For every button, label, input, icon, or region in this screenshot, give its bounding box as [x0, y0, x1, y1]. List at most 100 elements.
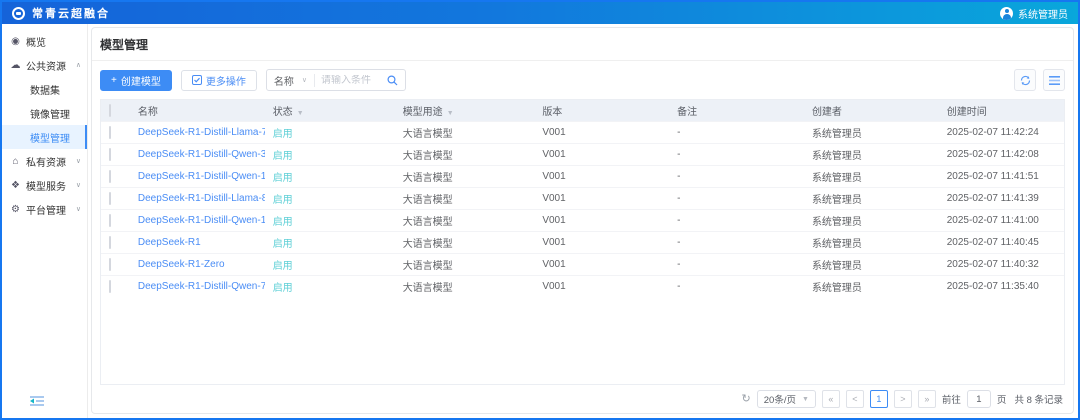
column-settings-button[interactable] — [1043, 69, 1065, 91]
remark-cell: - — [669, 253, 804, 275]
created-time-cell: 2025-02-07 11:42:24 — [939, 121, 1064, 143]
sidebar-item-platform-mgmt[interactable]: ⚙ 平台管理 ∨ — [2, 197, 87, 221]
created-time-cell: 2025-02-07 11:40:32 — [939, 253, 1064, 275]
sidebar-item-private-resources[interactable]: ⌂ 私有资源 ∨ — [2, 149, 87, 173]
version-cell: V001 — [534, 187, 669, 209]
row-checkbox[interactable] — [109, 126, 111, 139]
sidebar-item-label: 数据集 — [30, 82, 60, 97]
remark-cell: - — [669, 275, 804, 297]
remark-cell: - — [669, 209, 804, 231]
overview-icon: ◉ — [10, 36, 21, 47]
last-page-button[interactable]: » — [918, 390, 936, 408]
search-field-select[interactable]: 名称 ∨ — [267, 73, 314, 88]
creator-cell: 系统管理员 — [804, 231, 939, 253]
status-badge: 启用 — [265, 253, 395, 275]
status-badge: 启用 — [265, 209, 395, 231]
model-name-link[interactable]: DeepSeek-R1-Distill-Qwen-1.5B — [130, 209, 265, 231]
created-time-cell: 2025-02-07 11:41:39 — [939, 187, 1064, 209]
status-badge: 启用 — [265, 165, 395, 187]
version-cell: V001 — [534, 143, 669, 165]
next-page-button[interactable]: > — [894, 390, 912, 408]
select-all-checkbox[interactable] — [109, 104, 111, 117]
sidebar-item-image-mgmt[interactable]: 镜像管理 — [2, 101, 87, 125]
model-name-link[interactable]: DeepSeek-R1-Zero — [130, 253, 265, 275]
user-menu[interactable]: 系统管理员 — [1000, 6, 1068, 21]
plus-icon: + — [111, 75, 117, 86]
chevron-down-icon: ∨ — [302, 76, 307, 84]
filter-icon[interactable]: ▼ — [447, 110, 454, 117]
creator-cell: 系统管理员 — [804, 253, 939, 275]
refresh-icon — [1020, 75, 1031, 86]
current-page-button[interactable]: 1 — [870, 390, 888, 408]
sidebar-item-public-resources[interactable]: ☁ 公共资源 ∧ — [2, 53, 87, 77]
model-name-link[interactable]: DeepSeek-R1-Distill-Llama-70B — [130, 121, 265, 143]
status-badge: 启用 — [265, 187, 395, 209]
pagination-refresh-icon[interactable]: ↻ — [742, 394, 751, 405]
content-card: 模型管理 + 创建模型 更多操作 — [91, 27, 1074, 414]
sidebar-item-model-mgmt[interactable]: 模型管理 — [2, 125, 87, 149]
model-name-link[interactable]: DeepSeek-R1 — [130, 231, 265, 253]
more-actions-button[interactable]: 更多操作 — [181, 70, 257, 91]
usage-cell: 大语言模型 — [395, 143, 535, 165]
row-checkbox[interactable] — [109, 192, 111, 205]
row-checkbox[interactable] — [109, 170, 111, 183]
sidebar-item-dataset[interactable]: 数据集 — [2, 77, 87, 101]
version-cell: V001 — [534, 165, 669, 187]
model-name-link[interactable]: DeepSeek-R1-Distill-Qwen-7B — [130, 275, 265, 297]
sidebar-item-label: 概览 — [26, 34, 46, 49]
sidebar-item-model-service[interactable]: ❖ 模型服务 ∨ — [2, 173, 87, 197]
sidebar-item-overview[interactable]: ◉ 概览 — [2, 29, 87, 53]
username-label: 系统管理员 — [1018, 6, 1068, 21]
search-input[interactable] — [315, 75, 385, 86]
sidebar-item-label: 镜像管理 — [30, 106, 70, 121]
status-badge: 启用 — [265, 121, 395, 143]
model-name-link[interactable]: DeepSeek-R1-Distill-Llama-8B — [130, 187, 265, 209]
model-name-link[interactable]: DeepSeek-R1-Distill-Qwen-32B — [130, 143, 265, 165]
usage-cell: 大语言模型 — [395, 121, 535, 143]
chevron-down-icon: ∨ — [76, 205, 81, 213]
collapse-sidebar-icon[interactable] — [30, 394, 44, 412]
search-icon[interactable] — [385, 75, 405, 86]
status-badge: 启用 — [265, 275, 395, 297]
sidebar-item-label: 模型管理 — [30, 130, 70, 145]
table-row: DeepSeek-R1-Distill-Qwen-1.5B 启用 大语言模型 V… — [101, 209, 1064, 231]
model-name-link[interactable]: DeepSeek-R1-Distill-Qwen-14B — [130, 165, 265, 187]
refresh-button[interactable] — [1014, 69, 1036, 91]
row-checkbox[interactable] — [109, 148, 111, 161]
brand-title: 常青云超融合 — [32, 5, 110, 21]
column-header-created: 创建时间 — [939, 100, 1064, 121]
row-checkbox[interactable] — [109, 214, 111, 227]
version-cell: V001 — [534, 275, 669, 297]
usage-cell: 大语言模型 — [395, 253, 535, 275]
created-time-cell: 2025-02-07 11:40:45 — [939, 231, 1064, 253]
chevron-down-icon: ∨ — [76, 181, 81, 189]
chevron-down-icon: ∨ — [76, 157, 81, 165]
usage-cell: 大语言模型 — [395, 275, 535, 297]
row-checkbox[interactable] — [109, 236, 111, 249]
toolbar: + 创建模型 更多操作 名称 ∨ — [100, 69, 1065, 91]
table-row: DeepSeek-R1-Distill-Qwen-14B 启用 大语言模型 V0… — [101, 165, 1064, 187]
goto-page-input[interactable] — [967, 390, 991, 408]
remark-cell: - — [669, 143, 804, 165]
sidebar-item-label: 公共资源 — [26, 58, 66, 73]
row-checkbox[interactable] — [109, 258, 111, 271]
table-header-row: 名称 状态▼ 模型用途▼ 版本 备注 创建者 创建时间 — [101, 100, 1064, 121]
table-row: DeepSeek-R1-Distill-Llama-70B 启用 大语言模型 V… — [101, 121, 1064, 143]
created-time-cell: 2025-02-07 11:41:51 — [939, 165, 1064, 187]
creator-cell: 系统管理员 — [804, 143, 939, 165]
create-model-button[interactable]: + 创建模型 — [100, 70, 172, 91]
first-page-button[interactable]: « — [822, 390, 840, 408]
table-row: DeepSeek-R1-Distill-Qwen-7B 启用 大语言模型 V00… — [101, 275, 1064, 297]
status-badge: 启用 — [265, 143, 395, 165]
remark-cell: - — [669, 231, 804, 253]
column-header-status: 状态▼ — [265, 100, 395, 121]
created-time-cell: 2025-02-07 11:35:40 — [939, 275, 1064, 297]
page-size-select[interactable]: 20条/页 ▼ — [757, 390, 816, 408]
row-checkbox[interactable] — [109, 280, 111, 293]
gear-icon: ⚙ — [10, 204, 21, 215]
table-empty-area — [101, 297, 1064, 384]
prev-page-button[interactable]: < — [846, 390, 864, 408]
column-header-creator: 创建者 — [804, 100, 939, 121]
app-window: 常青云超融合 系统管理员 ◉ 概览 ☁ 公共资源 ∧ 数据集 镜像管理 — [0, 0, 1080, 420]
filter-icon[interactable]: ▼ — [297, 110, 304, 117]
